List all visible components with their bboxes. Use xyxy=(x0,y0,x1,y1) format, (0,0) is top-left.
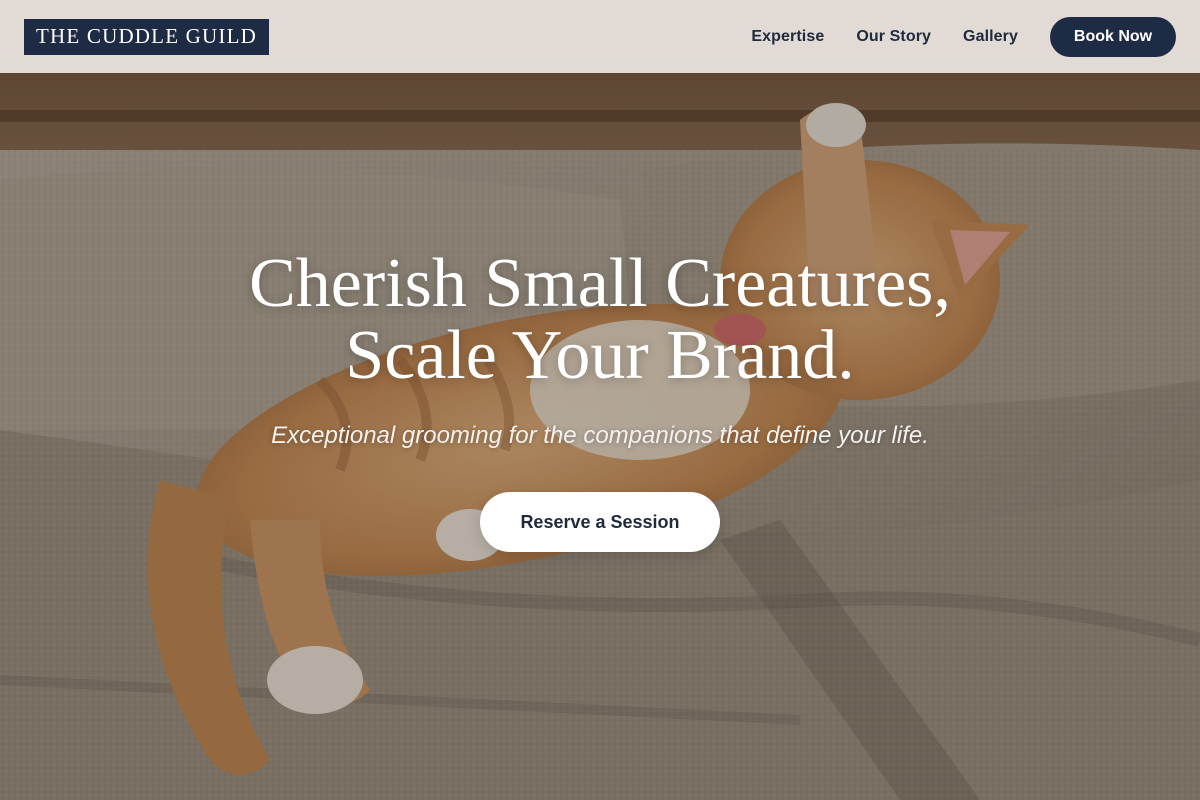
book-now-button[interactable]: Book Now xyxy=(1050,16,1176,57)
reserve-session-button[interactable]: Reserve a Session xyxy=(480,492,720,552)
nav-link-gallery[interactable]: Gallery xyxy=(963,28,1018,46)
nav-link-our-story[interactable]: Our Story xyxy=(856,28,931,46)
nav-link-expertise[interactable]: Expertise xyxy=(751,28,824,46)
hero-title-line-2: Scale Your Brand. xyxy=(345,317,855,394)
hero-section: Cherish Small Creatures, Scale Your Bran… xyxy=(0,248,1200,552)
brand-logo[interactable]: THE CUDDLE GUILD xyxy=(24,18,269,55)
hero-title-line-1: Cherish Small Creatures, xyxy=(249,245,951,322)
hero-title: Cherish Small Creatures, Scale Your Bran… xyxy=(249,248,951,392)
main-nav: Expertise Our Story Gallery Book Now xyxy=(751,16,1176,57)
site-header: THE CUDDLE GUILD Expertise Our Story Gal… xyxy=(0,0,1200,73)
hero-subtitle: Exceptional grooming for the companions … xyxy=(271,422,929,449)
